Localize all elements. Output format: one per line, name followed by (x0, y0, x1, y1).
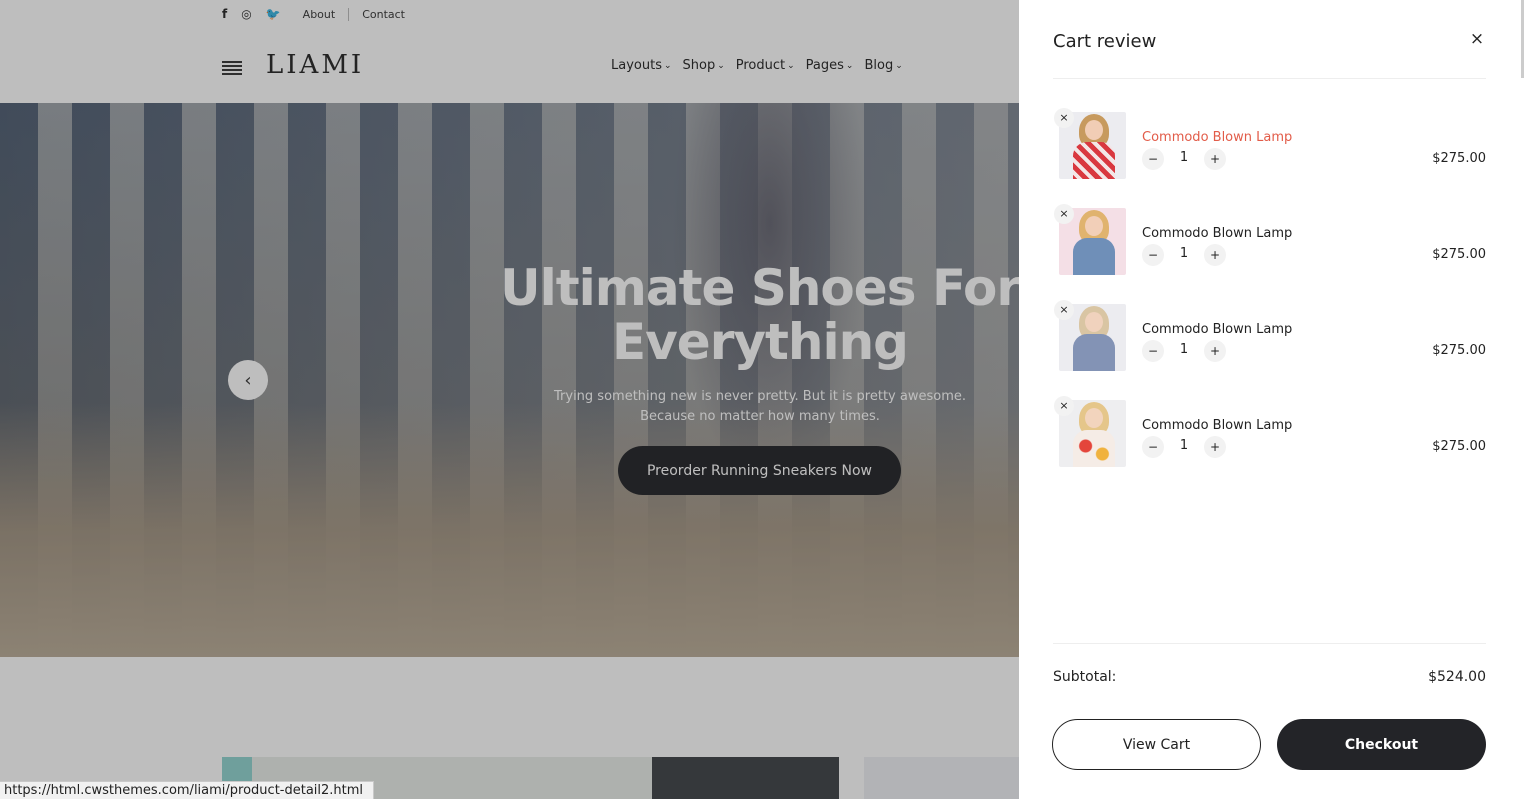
remove-item-icon[interactable]: × (1054, 300, 1074, 320)
qty-increase-button[interactable]: + (1204, 340, 1226, 362)
qty-value[interactable]: 1 (1173, 150, 1195, 165)
qty-value[interactable]: 1 (1173, 342, 1195, 357)
item-name[interactable]: Commodo Blown Lamp (1142, 130, 1292, 145)
qty-value[interactable]: 1 (1173, 438, 1195, 453)
qty-value[interactable]: 1 (1173, 246, 1195, 261)
checkout-button[interactable]: Checkout (1277, 719, 1486, 770)
item-price: $275.00 (1432, 151, 1486, 166)
qty-increase-button[interactable]: + (1204, 436, 1226, 458)
item-name[interactable]: Commodo Blown Lamp (1142, 322, 1292, 337)
cart-item: × Commodo Blown Lamp − 1 + $275.00 (1053, 396, 1486, 476)
item-price: $275.00 (1432, 247, 1486, 262)
remove-item-icon[interactable]: × (1054, 108, 1074, 128)
item-price: $275.00 (1432, 343, 1486, 358)
item-name[interactable]: Commodo Blown Lamp (1142, 226, 1292, 241)
view-cart-button[interactable]: View Cart (1052, 719, 1261, 770)
close-icon[interactable]: × (1468, 29, 1486, 49)
item-price: $275.00 (1432, 439, 1486, 454)
qty-decrease-button[interactable]: − (1142, 244, 1164, 266)
cart-item: × Commodo Blown Lamp − 1 + $275.00 (1053, 204, 1486, 284)
status-bar-url: https://html.cwsthemes.com/liami/product… (0, 781, 375, 799)
cart-drawer: Cart review × × Commodo Blown Lamp − 1 +… (1019, 0, 1524, 799)
qty-increase-button[interactable]: + (1204, 244, 1226, 266)
qty-increase-button[interactable]: + (1204, 148, 1226, 170)
remove-item-icon[interactable]: × (1054, 204, 1074, 224)
subtotal-label: Subtotal: (1053, 669, 1117, 685)
divider (1053, 643, 1486, 644)
item-name[interactable]: Commodo Blown Lamp (1142, 418, 1292, 433)
qty-decrease-button[interactable]: − (1142, 148, 1164, 170)
qty-decrease-button[interactable]: − (1142, 436, 1164, 458)
subtotal-value: $524.00 (1428, 669, 1486, 685)
divider (1053, 78, 1486, 79)
qty-decrease-button[interactable]: − (1142, 340, 1164, 362)
cart-item: × Commodo Blown Lamp − 1 + $275.00 (1053, 300, 1486, 380)
cart-item: × Commodo Blown Lamp − 1 + $275.00 (1053, 108, 1486, 188)
remove-item-icon[interactable]: × (1054, 396, 1074, 416)
cart-title: Cart review (1053, 31, 1157, 52)
